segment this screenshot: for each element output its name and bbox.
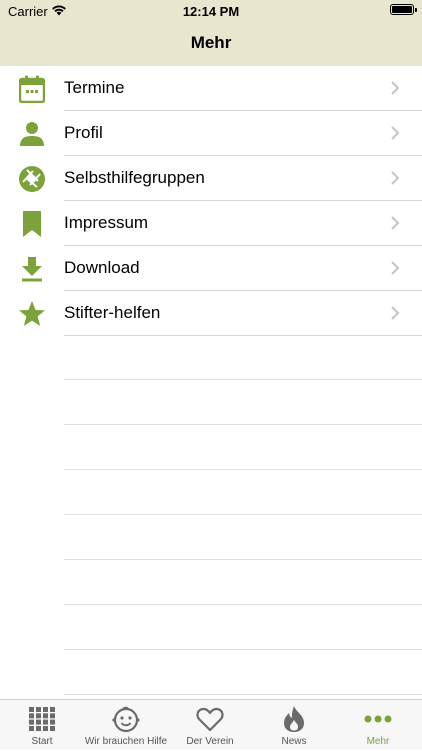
tab-news[interactable]: News [252, 700, 336, 751]
battery-icon [390, 4, 417, 15]
heart-icon [195, 705, 225, 733]
empty-row-divider [64, 604, 422, 605]
baby-face-icon [111, 705, 141, 733]
star-icon [17, 299, 47, 329]
chevron-right-icon [391, 171, 400, 185]
tab-bar: Start Wir brauchen Hilfe Der Verein News… [0, 699, 422, 750]
chevron-right-icon [391, 306, 400, 320]
menu-item-profil[interactable]: Profil [0, 111, 422, 156]
status-bar: Carrier 12:14 PM [0, 0, 422, 22]
row-divider [64, 335, 422, 336]
tab-label: Wir brauchen Hilfe [84, 736, 168, 747]
bookmark-icon [17, 209, 47, 239]
navigation-bar: Carrier 12:14 PM Mehr [0, 0, 422, 66]
flame-icon [279, 705, 309, 733]
empty-row-divider [64, 649, 422, 650]
tab-mehr[interactable]: Mehr [336, 700, 420, 751]
menu-item-label: Selbsthilfegruppen [64, 168, 205, 187]
calendar-icon [17, 74, 47, 104]
menu-item-label: Impressum [64, 213, 149, 232]
chevron-right-icon [391, 261, 400, 275]
menu-item-label: Termine [64, 78, 125, 97]
empty-row-divider [64, 469, 422, 470]
clock: 12:14 PM [182, 4, 240, 19]
tab-start[interactable]: Start [0, 700, 84, 751]
empty-row-divider [64, 379, 422, 380]
download-icon [17, 254, 47, 284]
empty-row-divider [64, 694, 422, 695]
chevron-right-icon [391, 126, 400, 140]
tab-der-verein[interactable]: Der Verein [168, 700, 252, 751]
empty-row-divider [64, 559, 422, 560]
aperture-icon [17, 164, 47, 194]
menu-item-stifter-helfen[interactable]: Stifter-helfen [0, 291, 422, 336]
menu-item-label: Profil [64, 123, 103, 142]
tab-wir-brauchen-hilfe[interactable]: Wir brauchen Hilfe [84, 700, 168, 751]
tab-label: Start [31, 736, 53, 747]
menu-item-termine[interactable]: Termine [0, 66, 422, 111]
menu-item-label: Stifter-helfen [64, 303, 161, 322]
grid-icon [27, 705, 57, 733]
menu-item-selbsthilfegruppen[interactable]: Selbsthilfegruppen [0, 156, 422, 201]
empty-row-divider [64, 424, 422, 425]
menu-item-download[interactable]: Download [0, 246, 422, 291]
menu-item-impressum[interactable]: Impressum [0, 201, 422, 246]
tab-label: Der Verein [186, 736, 234, 747]
menu-item-label: Download [64, 258, 140, 277]
tab-label: Mehr [366, 736, 390, 747]
person-icon [17, 119, 47, 149]
empty-row-divider [64, 514, 422, 515]
tab-label: News [281, 736, 307, 747]
page-title: Mehr [190, 33, 232, 52]
more-dots-icon [363, 705, 393, 733]
menu-list: Termine Profil Selbsthilfegruppen Impres… [0, 66, 422, 336]
chevron-right-icon [391, 81, 400, 95]
chevron-right-icon [391, 216, 400, 230]
